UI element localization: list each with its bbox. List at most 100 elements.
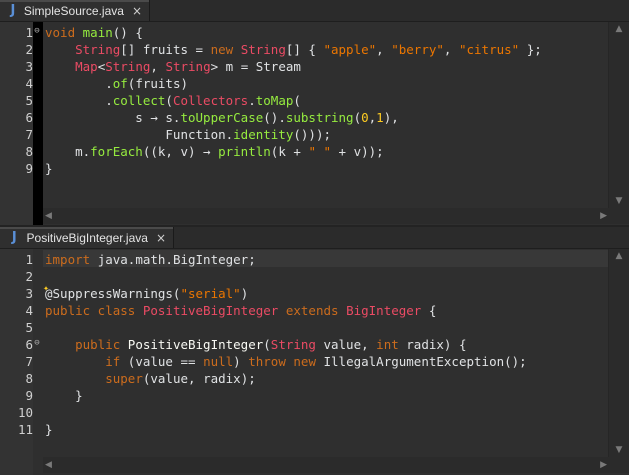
code-line[interactable]: String[] fruits = new String[] { "apple"… [45, 41, 542, 58]
code-line[interactable]: void main() { [45, 24, 143, 41]
line-number: 1 [25, 252, 33, 267]
code-token: BigInteger [346, 303, 429, 318]
code-text[interactable]: import java.math.BigInteger; @SuppressWar… [43, 249, 609, 457]
close-icon[interactable]: × [132, 4, 142, 18]
scroll-down-icon[interactable]: ▼ [609, 196, 629, 206]
tab-bar: J SimpleSource.java × [0, 0, 629, 22]
code-token: (k + [270, 144, 309, 159]
code-token: throw new [248, 354, 324, 369]
java-file-icon: J [10, 3, 16, 18]
line-number: 2 [25, 42, 33, 57]
vertical-scrollbar[interactable]: ▲ ▼ [608, 22, 629, 208]
tab-simplesource-java[interactable]: J SimpleSource.java × [0, 0, 150, 21]
code-line[interactable]: .of(fruits) [45, 75, 188, 92]
scroll-up-icon[interactable]: ▲ [609, 24, 629, 34]
code-token: + v)); [331, 144, 384, 159]
code-line[interactable]: } [45, 421, 53, 438]
code-token: } [45, 161, 53, 176]
code-token: ((k, v) → [142, 144, 219, 159]
code-line[interactable]: super(value, radix); [45, 370, 256, 387]
code-token: () { [112, 25, 143, 40]
code-line[interactable]: } [45, 387, 83, 404]
code-token: toMap [255, 93, 294, 108]
code-token: void [45, 25, 83, 40]
code-token: , [150, 59, 166, 74]
code-token: "serial" [180, 286, 241, 301]
horizontal-scrollbar[interactable]: ◀ ▶ [43, 208, 609, 224]
line-number: 7 [25, 127, 33, 142]
code-token: ( [263, 337, 271, 352]
code-token: PositiveBigInteger [142, 303, 286, 318]
code-line[interactable]: Function.identity())); [45, 126, 331, 143]
scroll-left-icon[interactable]: ◀ [45, 457, 52, 473]
code-line[interactable]: @SuppressWarnings("serial") [45, 285, 248, 302]
code-token: substring [285, 110, 354, 125]
code-line[interactable]: public class PositiveBigInteger extends … [45, 302, 436, 319]
code-line[interactable]: s → s.toUpperCase().substring(0,1), [45, 109, 398, 126]
line-number: 7 [25, 354, 33, 369]
code-token: null [203, 354, 234, 369]
horizontal-scrollbar[interactable]: ◀ ▶ [43, 457, 609, 473]
scrollbar-corner [609, 208, 629, 224]
code-token: String [105, 59, 151, 74]
code-line[interactable]: import java.math.BigInteger; [45, 251, 256, 268]
scroll-right-icon[interactable]: ▶ [600, 457, 607, 473]
java-file-icon: J [11, 230, 17, 245]
code-token: String [240, 42, 286, 57]
code-token: println [218, 144, 271, 159]
code-line[interactable]: } [45, 160, 53, 177]
code-line[interactable]: m.forEach((k, v) → println(k + " " + v))… [45, 143, 384, 160]
code-token: } [45, 422, 53, 437]
code-token: (). [263, 110, 286, 125]
line-numbers: 1 ⊖ 2 3 4 5 6 7 8 9 [0, 22, 43, 225]
line-number: 6 [25, 110, 33, 125]
code-line[interactable]: if (value == null) throw new IllegalArgu… [45, 353, 526, 370]
code-line[interactable]: Map<String, String> m = Stream [45, 58, 301, 75]
code-token: extends [285, 303, 347, 318]
code-token: Map [75, 59, 98, 74]
editor-simplesource: J SimpleSource.java × 1 ⊖ 2 3 4 5 6 7 8 9 void ma… [0, 0, 629, 225]
scroll-down-icon[interactable]: ▼ [609, 445, 629, 455]
scroll-up-icon[interactable]: ▲ [609, 251, 629, 261]
annotation-marker-icon: ✦ [43, 283, 50, 294]
tab-positivebiginteger-java[interactable]: J PositiveBigInteger.java × [0, 227, 174, 248]
code-token: (value == [127, 354, 204, 369]
line-number: 3 [25, 59, 33, 74]
code-token: ( [165, 93, 173, 108]
code-token: s → s. [45, 110, 181, 125]
line-number: 8 [25, 144, 33, 159]
code-token: String [75, 42, 121, 57]
code-token: import [45, 252, 98, 267]
scroll-left-icon[interactable]: ◀ [45, 208, 52, 224]
tab-title: PositiveBigInteger.java [26, 230, 148, 245]
code-token: ) [240, 286, 249, 301]
code-token: value, [323, 337, 377, 352]
editor-positivebiginteger: J PositiveBigInteger.java × 1 2 3 4 5 6 ⊖ 7 8 9 10… [0, 227, 629, 475]
code-line[interactable]: .collect(Collectors.toMap( [45, 92, 301, 109]
scroll-right-icon[interactable]: ▶ [600, 208, 607, 224]
code-token: ())); [293, 127, 332, 142]
code-token: }; [519, 42, 542, 57]
code-token: "berry" [391, 42, 444, 57]
fold-collapse-icon[interactable]: ⊖ [32, 335, 42, 352]
code-token: identity [233, 127, 294, 142]
line-number: 9 [25, 388, 33, 403]
code-token: . [45, 93, 113, 108]
code-token: if [105, 354, 128, 369]
code-token: > m = Stream [210, 59, 301, 74]
code-token: radix) { [406, 337, 467, 352]
code-line[interactable]: public PositiveBigInteger(String value, … [45, 336, 467, 353]
code-token: "citrus" [458, 42, 520, 57]
code-text[interactable]: void main() { String[] fruits = new Stri… [43, 22, 609, 208]
line-number: 4 [25, 303, 33, 318]
line-number: 5 [25, 93, 33, 108]
vertical-scrollbar[interactable]: ▲ ▼ [608, 249, 629, 457]
fold-collapse-icon[interactable]: ⊖ [32, 23, 42, 40]
code-token: . [248, 93, 256, 108]
line-number: 5 [25, 320, 33, 335]
code-token: , [443, 42, 459, 57]
close-icon[interactable]: × [156, 231, 166, 245]
code-token: m. [45, 144, 91, 159]
